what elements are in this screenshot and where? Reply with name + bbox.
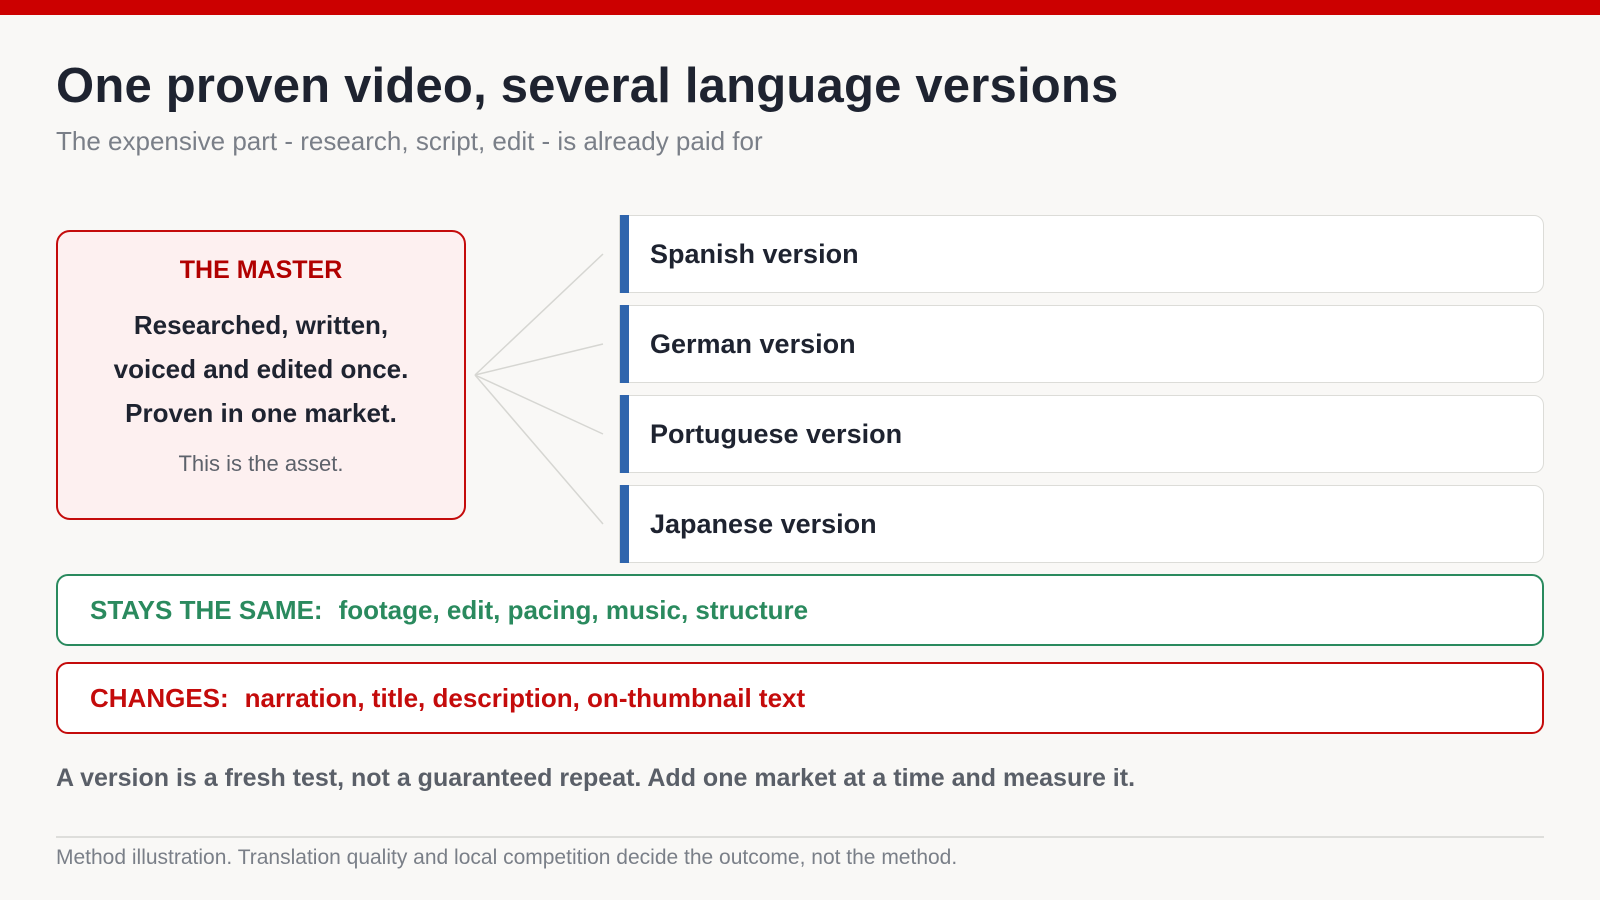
changes-items: narration, title, description, on-thumbn… [244,683,806,713]
takeaway-text: A version is a fresh test, not a guarant… [56,764,1136,792]
top-accent-bar [0,0,1600,15]
changes-label: CHANGES: [90,683,229,713]
version-label: Portuguese version [650,419,903,449]
version-label: Japanese version [650,509,877,539]
connector-line-portuguese [474,374,604,435]
stays-the-same-label: STAYS THE SAME: [90,595,323,625]
version-card-portuguese: Portuguese version [619,395,1544,473]
stays-the-same-items: footage, edit, pacing, music, structure [338,595,809,625]
stays-the-same-band: STAYS THE SAME: footage, edit, pacing, mu… [56,574,1544,646]
version-label: German version [650,329,856,359]
version-label: Spanish version [650,239,859,269]
version-accent-bar [620,395,629,473]
changes-band: CHANGES: narration, title, description, o… [56,662,1544,734]
version-accent-bar [620,485,629,563]
page-title: One proven video, several language versi… [56,59,1119,113]
version-accent-bar [620,215,629,293]
footnote: Method illustration. Translation quality… [56,846,958,869]
master-line-1: Researched, written, [133,310,389,340]
connector-line-japanese [474,374,604,525]
version-accent-bar [620,305,629,383]
master-note: This is the asset. [178,451,344,476]
master-line-2: voiced and edited once. [113,354,409,384]
master-heading: THE MASTER [179,256,343,284]
connector-line-spanish [474,253,604,376]
version-card-spanish: Spanish version [619,215,1544,293]
version-card-japanese: Japanese version [619,485,1544,563]
version-card-german: German version [619,305,1544,383]
master-line-3: Proven in one market. [125,398,397,428]
master-box: THE MASTER Researched, written, voiced a… [56,230,466,520]
master-description: Researched, written, voiced and edited o… [58,303,464,435]
connector-line-german [474,343,604,376]
page-subtitle: The expensive part - research, script, e… [56,126,763,156]
footer-divider [56,836,1544,838]
